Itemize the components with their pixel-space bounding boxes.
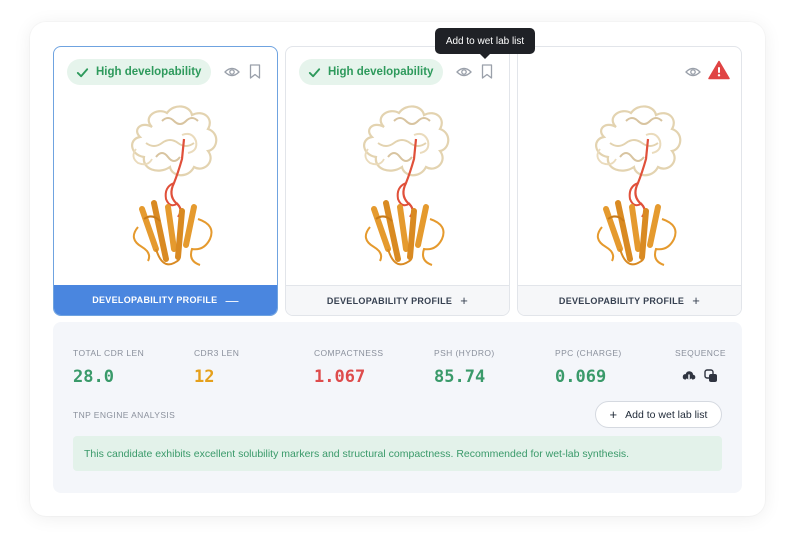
checkmark-icon <box>76 67 89 77</box>
developability-profile-toggle[interactable]: DEVELOPABILITY PROFILE + <box>286 285 509 315</box>
developability-badge: High developability <box>299 59 444 85</box>
stat-label: SEQUENCE <box>675 348 726 358</box>
engine-analysis-label: TNP ENGINE ANALYSIS <box>73 410 176 420</box>
stat-label: COMPACTNESS <box>314 348 384 358</box>
stat-label: CDR3 LEN <box>194 348 240 358</box>
stat-compactness: COMPACTNESS 1.067 <box>314 348 383 387</box>
stat-psh-hydro: PSH (HYDRO) 85.74 <box>434 348 495 387</box>
protein-structure-image <box>576 99 688 274</box>
candidate-card-1[interactable]: High developability DEVELOPABILITY PROFI… <box>53 46 278 316</box>
eye-icon[interactable] <box>685 65 701 79</box>
stat-ppc-charge: PPC (CHARGE) 0.069 <box>555 348 622 387</box>
eye-icon[interactable] <box>224 65 240 79</box>
checkmark-icon <box>308 67 321 77</box>
bookmark-tooltip: Add to wet lab list <box>435 28 535 59</box>
profile-label: DEVELOPABILITY PROFILE <box>326 295 453 306</box>
developability-badge: High developability <box>67 59 212 85</box>
profile-label: DEVELOPABILITY PROFILE <box>558 295 685 306</box>
eye-icon[interactable] <box>456 65 472 79</box>
copy-icon[interactable] <box>704 369 718 383</box>
expand-icon: + <box>460 293 469 308</box>
stat-label: PPC (CHARGE) <box>555 348 622 358</box>
stat-label: PSH (HYDRO) <box>434 348 495 358</box>
candidate-card-3[interactable]: DEVELOPABILITY PROFILE + <box>517 46 742 316</box>
protein-structure-image <box>344 99 456 274</box>
profile-label: DEVELOPABILITY PROFILE <box>92 295 218 305</box>
protein-structure-image <box>112 99 224 274</box>
badge-label: High developability <box>328 66 434 78</box>
bookmark-icon[interactable] <box>481 64 493 79</box>
stat-value: 85.74 <box>434 367 486 387</box>
expand-icon: + <box>692 293 701 308</box>
stats-panel: TOTAL CDR LEN 28.0 CDR3 LEN 12 COMPACTNE… <box>53 322 742 493</box>
stat-sequence: SEQUENCE <box>675 348 726 383</box>
developability-profile-toggle[interactable]: DEVELOPABILITY PROFILE — <box>54 285 277 315</box>
add-to-wet-lab-button[interactable]: + Add to wet lab list <box>595 401 722 428</box>
warning-icon <box>708 60 730 80</box>
stat-total-cdr-len: TOTAL CDR LEN 28.0 <box>73 348 144 387</box>
stat-value: 12 <box>194 367 215 387</box>
collapse-icon: — <box>225 292 239 308</box>
bookmark-icon[interactable] <box>249 64 261 79</box>
candidate-card-2[interactable]: High developability DEVELOPABILITY PROFI… <box>285 46 510 316</box>
developability-profile-toggle[interactable]: DEVELOPABILITY PROFILE + <box>518 285 741 315</box>
badge-label: High developability <box>96 66 202 78</box>
stat-cdr3-len: CDR3 LEN 12 <box>194 348 239 387</box>
stat-value: 1.067 <box>314 367 366 387</box>
plus-icon: + <box>609 407 618 422</box>
stat-label: TOTAL CDR LEN <box>73 348 145 358</box>
stat-value: 0.069 <box>555 367 607 387</box>
analysis-message: This candidate exhibits excellent solubi… <box>73 436 722 471</box>
button-label: Add to wet lab list <box>625 408 708 421</box>
cloud-download-icon[interactable] <box>682 369 696 383</box>
stat-value: 28.0 <box>73 367 114 387</box>
